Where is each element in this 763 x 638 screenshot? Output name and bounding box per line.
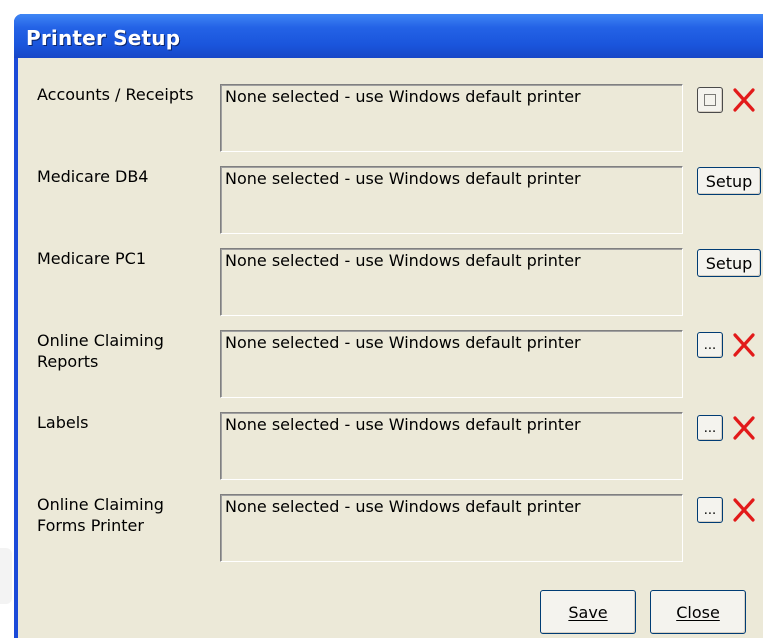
label-line: Online Claiming (37, 331, 164, 350)
delete-button-labels[interactable] (731, 415, 757, 441)
save-button-label: Save (568, 602, 608, 622)
close-button-label: Close (676, 602, 720, 622)
ellipsis-icon: ... (703, 420, 717, 436)
browse-button-online-claiming-reports[interactable]: ... (697, 332, 723, 358)
printer-field-medicare-db4[interactable]: None selected - use Windows default prin… (220, 166, 683, 234)
browse-button-online-claiming-forms-printer[interactable]: ... (697, 497, 723, 523)
save-button[interactable]: Save (540, 590, 636, 634)
printer-field-medicare-pc1[interactable]: None selected - use Windows default prin… (220, 248, 683, 316)
printer-field-value: None selected - use Windows default prin… (225, 169, 581, 188)
label-line: Medicare PC1 (37, 249, 147, 268)
printer-field-value: None selected - use Windows default prin… (225, 87, 581, 106)
title-bar[interactable]: Printer Setup (14, 14, 763, 58)
label-medicare-pc1: Medicare PC1 (37, 248, 146, 269)
window-title: Printer Setup (26, 26, 181, 50)
label-online-claiming-reports: Online Claiming Reports (37, 330, 164, 372)
printer-field-online-claiming-reports[interactable]: None selected - use Windows default prin… (220, 330, 683, 398)
dialog-client-area: Accounts / Receipts None selected - use … (18, 58, 763, 638)
delete-button-online-claiming-reports[interactable] (731, 332, 757, 358)
delete-button-accounts-receipts[interactable] (731, 87, 757, 113)
printer-field-online-claiming-forms-printer[interactable]: None selected - use Windows default prin… (220, 494, 683, 562)
label-line: Medicare DB4 (37, 167, 149, 186)
label-line: Reports (37, 352, 99, 371)
printer-field-value: None selected - use Windows default prin… (225, 333, 581, 352)
label-line: Online Claiming (37, 495, 164, 514)
label-accounts-receipts: Accounts / Receipts (37, 84, 194, 105)
label-line: Accounts / Receipts (37, 85, 194, 104)
ellipsis-icon: ... (703, 502, 717, 518)
delete-button-online-claiming-forms-printer[interactable] (731, 497, 757, 523)
browse-button-labels[interactable]: ... (697, 415, 723, 441)
setup-button-medicare-pc1[interactable]: Setup (697, 249, 761, 277)
printer-field-labels[interactable]: None selected - use Windows default prin… (220, 412, 683, 480)
label-medicare-db4: Medicare DB4 (37, 166, 148, 187)
setup-button-label: Setup (705, 171, 753, 191)
label-line: Forms Printer (37, 516, 144, 535)
printer-field-value: None selected - use Windows default prin… (225, 497, 581, 516)
printer-setup-dialog: Printer Setup Accounts / Receipts None s… (14, 14, 763, 638)
printer-field-accounts-receipts[interactable]: None selected - use Windows default prin… (220, 84, 683, 152)
label-labels: Labels (37, 412, 89, 433)
ellipsis-icon: ... (703, 337, 717, 353)
red-x-icon (733, 416, 755, 440)
label-online-claiming-forms-printer: Online Claiming Forms Printer (37, 494, 164, 536)
printer-field-value: None selected - use Windows default prin… (225, 251, 581, 270)
setup-button-label: Setup (705, 253, 753, 273)
browse-button-accounts-receipts[interactable] (697, 87, 723, 113)
red-x-icon (733, 333, 755, 357)
printer-field-value: None selected - use Windows default prin… (225, 415, 581, 434)
red-x-icon (733, 498, 755, 522)
label-line: Labels (37, 413, 89, 432)
red-x-icon (733, 88, 755, 112)
background-window-edge (0, 548, 12, 604)
setup-button-medicare-db4[interactable]: Setup (697, 167, 761, 195)
select-dotted-icon (704, 94, 716, 106)
close-button[interactable]: Close (650, 590, 746, 634)
